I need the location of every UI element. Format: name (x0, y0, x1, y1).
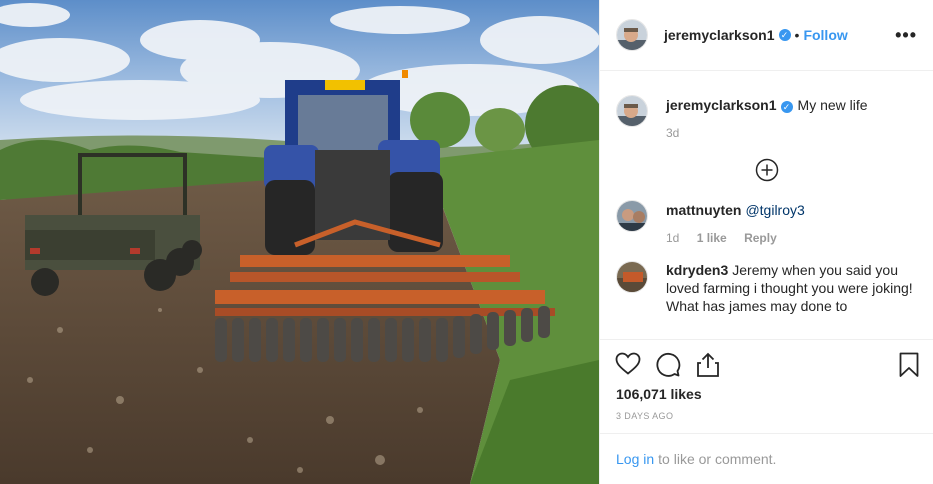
caption-time: 3d (666, 124, 868, 142)
comment-body: mattnuyten @tgilroy3 1d 1 like Reply (666, 201, 805, 247)
likes-count[interactable]: 106,071 likes (616, 386, 702, 402)
comments-list[interactable]: jeremyclarkson1 ✓ My new life 3d mattnuy… (600, 71, 933, 339)
caption: jeremyclarkson1 ✓ My new life 3d (616, 95, 917, 142)
comment-likes[interactable]: 1 like (697, 231, 727, 245)
follow-button[interactable]: Follow (803, 27, 847, 43)
profile-picture (617, 20, 647, 50)
caption-text: My new life (797, 97, 868, 113)
login-prompt: Log in to like or comment. (600, 433, 933, 484)
caption-timestamp[interactable]: 3d (666, 126, 679, 140)
caption-body: jeremyclarkson1 ✓ My new life 3d (666, 96, 868, 142)
avatar[interactable] (616, 200, 648, 232)
share-icon[interactable] (696, 352, 720, 378)
post-date[interactable]: 3 DAYS AGO (616, 411, 673, 421)
avatar[interactable] (616, 95, 648, 127)
profile-picture (617, 262, 647, 292)
comment-username[interactable]: mattnuyten (666, 202, 741, 218)
post-photo[interactable] (0, 0, 599, 484)
comment-mention[interactable]: @tgilroy3 (745, 202, 804, 218)
profile-picture (617, 96, 647, 126)
verified-badge-icon: ✓ (780, 101, 793, 113)
verified-badge-icon: ✓ (778, 29, 791, 41)
login-text: to like or comment. (658, 451, 777, 467)
login-link[interactable]: Log in (616, 451, 654, 467)
avatar[interactable] (616, 19, 648, 51)
comment-item: mattnuyten @tgilroy3 1d 1 like Reply (616, 200, 917, 247)
reply-button[interactable]: Reply (744, 231, 777, 245)
comment-username[interactable]: kdryden3 (666, 262, 728, 278)
post-header: jeremyclarkson1 ✓ • Follow ••• (600, 0, 933, 71)
instagram-post: jeremyclarkson1 ✓ • Follow ••• jeremycla… (0, 0, 933, 484)
header-username[interactable]: jeremyclarkson1 (664, 27, 775, 43)
avatar[interactable] (616, 261, 648, 293)
bookmark-icon[interactable] (899, 352, 919, 378)
plus-circle-icon[interactable] (755, 158, 779, 182)
comment-item: kdryden3 Jeremy when you said you loved f… (616, 261, 917, 315)
comment-timestamp[interactable]: 1d (666, 231, 679, 245)
post-side-panel: jeremyclarkson1 ✓ • Follow ••• jeremycla… (599, 0, 933, 484)
profile-picture (617, 201, 647, 231)
heart-icon[interactable] (615, 352, 641, 376)
load-more-comments[interactable] (616, 158, 917, 182)
tractor-field-photo (0, 0, 599, 484)
caption-username[interactable]: jeremyclarkson1 (666, 97, 777, 113)
action-bar (600, 339, 933, 387)
more-options-icon[interactable]: ••• (895, 26, 917, 44)
comment-body: kdryden3 Jeremy when you said you loved f… (666, 261, 917, 315)
comment-icon[interactable] (655, 352, 681, 378)
separator-dot: • (794, 27, 800, 43)
comment-meta: 1d 1 like Reply (666, 229, 805, 247)
